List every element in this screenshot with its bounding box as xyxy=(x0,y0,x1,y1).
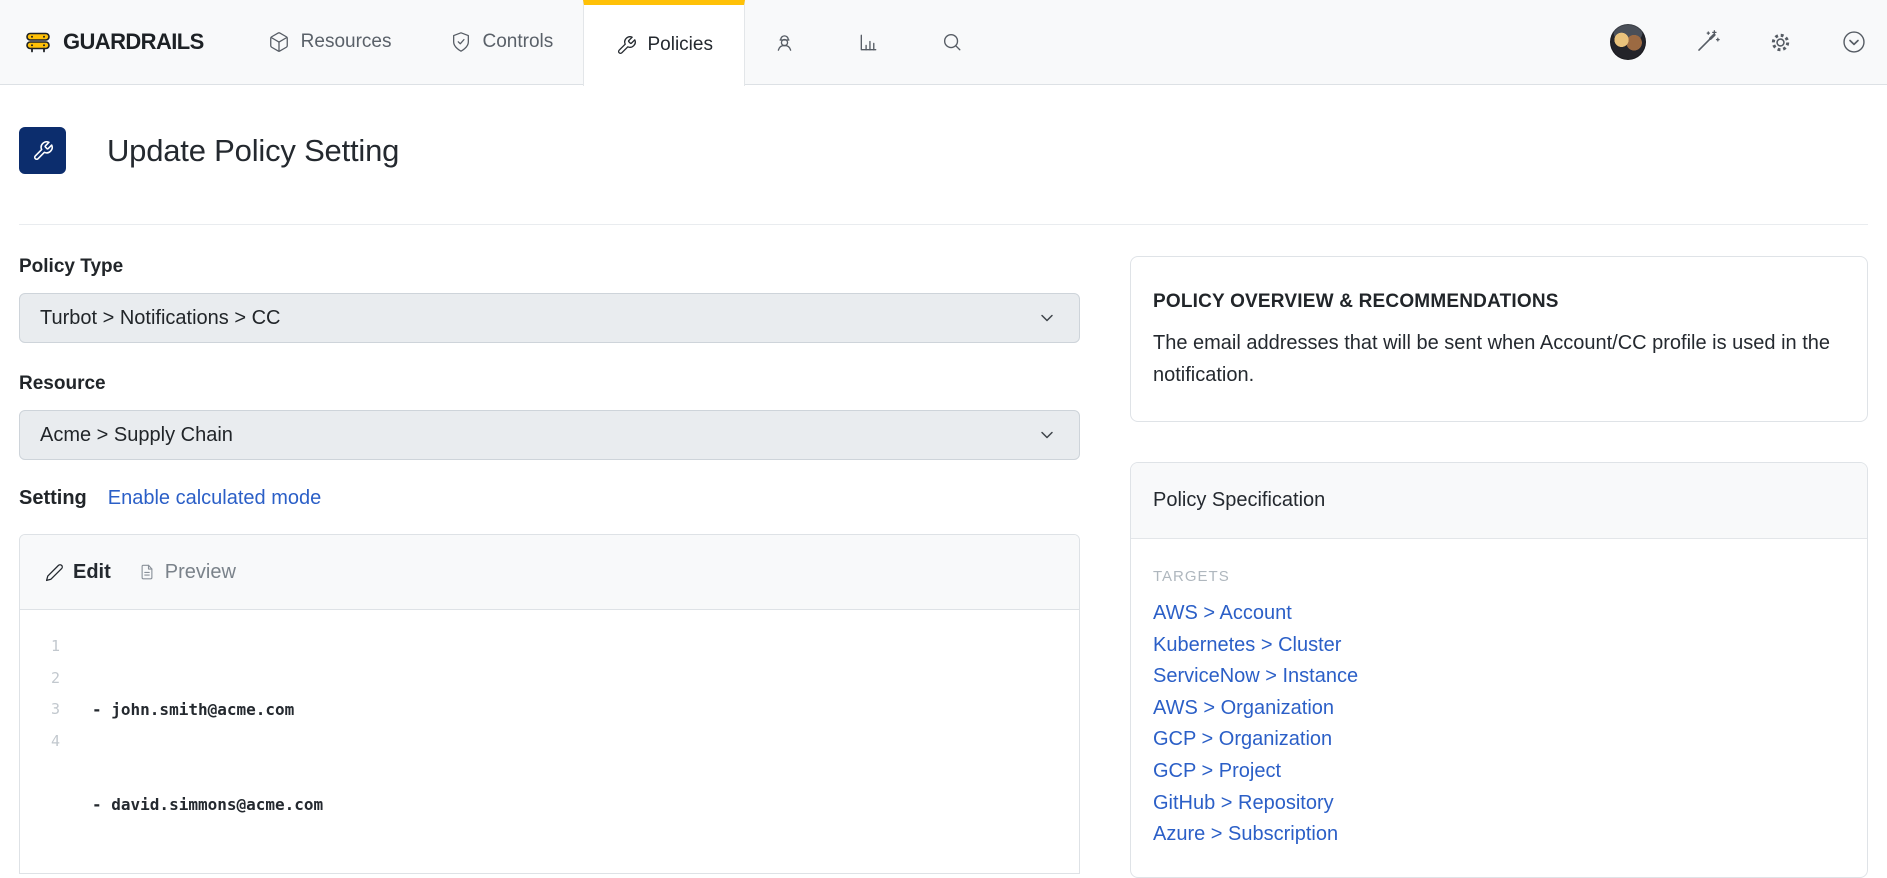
setting-row: Setting Enable calculated mode xyxy=(19,487,1080,510)
editor-tab-preview-label: Preview xyxy=(164,560,236,583)
chevron-down-icon xyxy=(1037,308,1057,328)
target-link[interactable]: AWS > Account xyxy=(1153,598,1845,630)
settings-gear-icon xyxy=(1768,30,1793,55)
resource-value: Acme > Supply Chain xyxy=(40,423,233,446)
policy-type-label: Policy Type xyxy=(19,256,124,277)
code-line: - john.smith@acme.com xyxy=(92,700,295,719)
status-button[interactable] xyxy=(1841,29,1867,55)
policy-overview-description: The email addresses that will be sent wh… xyxy=(1153,332,1831,386)
editor-tabs: Edit Preview xyxy=(20,535,1079,610)
policy-type-value: Turbot > Notifications > CC xyxy=(40,306,281,329)
line-number-gutter: 1 2 3 4 xyxy=(20,631,60,873)
policy-form: Policy Type Turbot > Notifications > CC … xyxy=(19,256,1080,874)
target-link[interactable]: Azure > Subscription xyxy=(1153,819,1845,851)
tab-policies[interactable]: Policies xyxy=(583,0,746,86)
tab-controls[interactable]: Controls xyxy=(450,31,554,53)
policy-overview-title: POLICY OVERVIEW & RECOMMENDATIONS xyxy=(1153,291,1559,312)
line-number: 2 xyxy=(50,668,60,687)
setting-label: Setting xyxy=(19,487,87,509)
policy-overview-panel: POLICY OVERVIEW & RECOMMENDATIONS The em… xyxy=(1130,256,1868,422)
status-chevron-icon xyxy=(1841,29,1867,55)
tab-policies-label: Policies xyxy=(647,34,713,55)
target-link[interactable]: Kubernetes > Cluster xyxy=(1153,630,1845,662)
policy-specification-header: Policy Specification xyxy=(1131,463,1867,539)
right-sidebar: POLICY OVERVIEW & RECOMMENDATIONS The em… xyxy=(1130,256,1868,878)
targets-section-label: TARGETS xyxy=(1153,568,1230,585)
title-divider xyxy=(19,224,1868,225)
policy-specification-body: TARGETS AWS > Account Kubernetes > Clust… xyxy=(1131,539,1867,877)
policy-type-select[interactable]: Turbot > Notifications > CC xyxy=(19,293,1080,343)
permissions-icon xyxy=(773,31,796,54)
avatar[interactable] xyxy=(1610,24,1646,60)
page-content: Update Policy Setting Policy Type Turbot… xyxy=(0,127,1887,878)
reports-icon xyxy=(857,31,880,54)
code-lines: - john.smith@acme.com - david.simmons@ac… xyxy=(92,631,333,873)
setting-editor: Edit Preview 1 2 3 4 - john.smith@acme.c… xyxy=(19,534,1080,874)
page-title: Update Policy Setting xyxy=(107,132,400,168)
search-icon xyxy=(941,31,963,53)
target-link[interactable]: AWS > Organization xyxy=(1153,693,1845,725)
chevron-down-icon xyxy=(1037,425,1057,445)
editor-tab-edit[interactable]: Edit xyxy=(45,561,111,584)
search-button[interactable] xyxy=(927,17,977,67)
title-row: Update Policy Setting xyxy=(19,127,1868,174)
permissions-button[interactable] xyxy=(759,17,809,67)
document-icon xyxy=(138,563,156,581)
editor-tab-preview[interactable]: Preview xyxy=(138,561,236,584)
resource-select[interactable]: Acme > Supply Chain xyxy=(19,410,1080,460)
policy-title-icon-badge xyxy=(19,127,66,174)
quick-actions-button[interactable] xyxy=(1694,29,1720,55)
navbar-right-group xyxy=(1610,24,1867,60)
wrench-icon xyxy=(32,140,54,162)
enable-calculated-mode-link[interactable]: Enable calculated mode xyxy=(108,487,321,510)
wrench-icon xyxy=(616,35,637,56)
wand-icon xyxy=(1694,29,1720,55)
target-link[interactable]: ServiceNow > Instance xyxy=(1153,661,1845,693)
line-number: 3 xyxy=(50,700,60,718)
target-link[interactable]: GCP > Project xyxy=(1153,756,1845,788)
tab-resources[interactable]: Resources xyxy=(268,31,392,53)
targets-list: AWS > Account Kubernetes > Cluster Servi… xyxy=(1153,598,1845,851)
tab-resources-label: Resources xyxy=(300,31,392,52)
resource-label: Resource xyxy=(19,373,106,394)
editor-tab-edit-label: Edit xyxy=(73,560,111,583)
top-navbar: GUARDRAILS Resources Controls Policies xyxy=(0,0,1887,86)
code-editor[interactable]: 1 2 3 4 - john.smith@acme.com - david.si… xyxy=(20,610,1079,873)
shield-check-icon xyxy=(450,31,472,53)
policy-specification-panel: Policy Specification TARGETS AWS > Accou… xyxy=(1130,462,1868,878)
brand-name: GUARDRAILS xyxy=(63,29,204,54)
code-line: - david.simmons@acme.com xyxy=(92,794,324,814)
pencil-icon xyxy=(45,563,64,582)
line-number: 4 xyxy=(50,731,60,750)
settings-button[interactable] xyxy=(1768,30,1793,55)
reports-button[interactable] xyxy=(843,17,893,67)
target-link[interactable]: GCP > Organization xyxy=(1153,724,1845,756)
guardrails-logo-icon xyxy=(24,28,52,56)
line-number: 1 xyxy=(50,637,60,655)
cube-icon xyxy=(268,31,290,53)
target-link[interactable]: GitHub > Repository xyxy=(1153,788,1845,820)
brand-logo[interactable]: GUARDRAILS xyxy=(24,28,204,56)
tab-controls-label: Controls xyxy=(482,31,554,52)
